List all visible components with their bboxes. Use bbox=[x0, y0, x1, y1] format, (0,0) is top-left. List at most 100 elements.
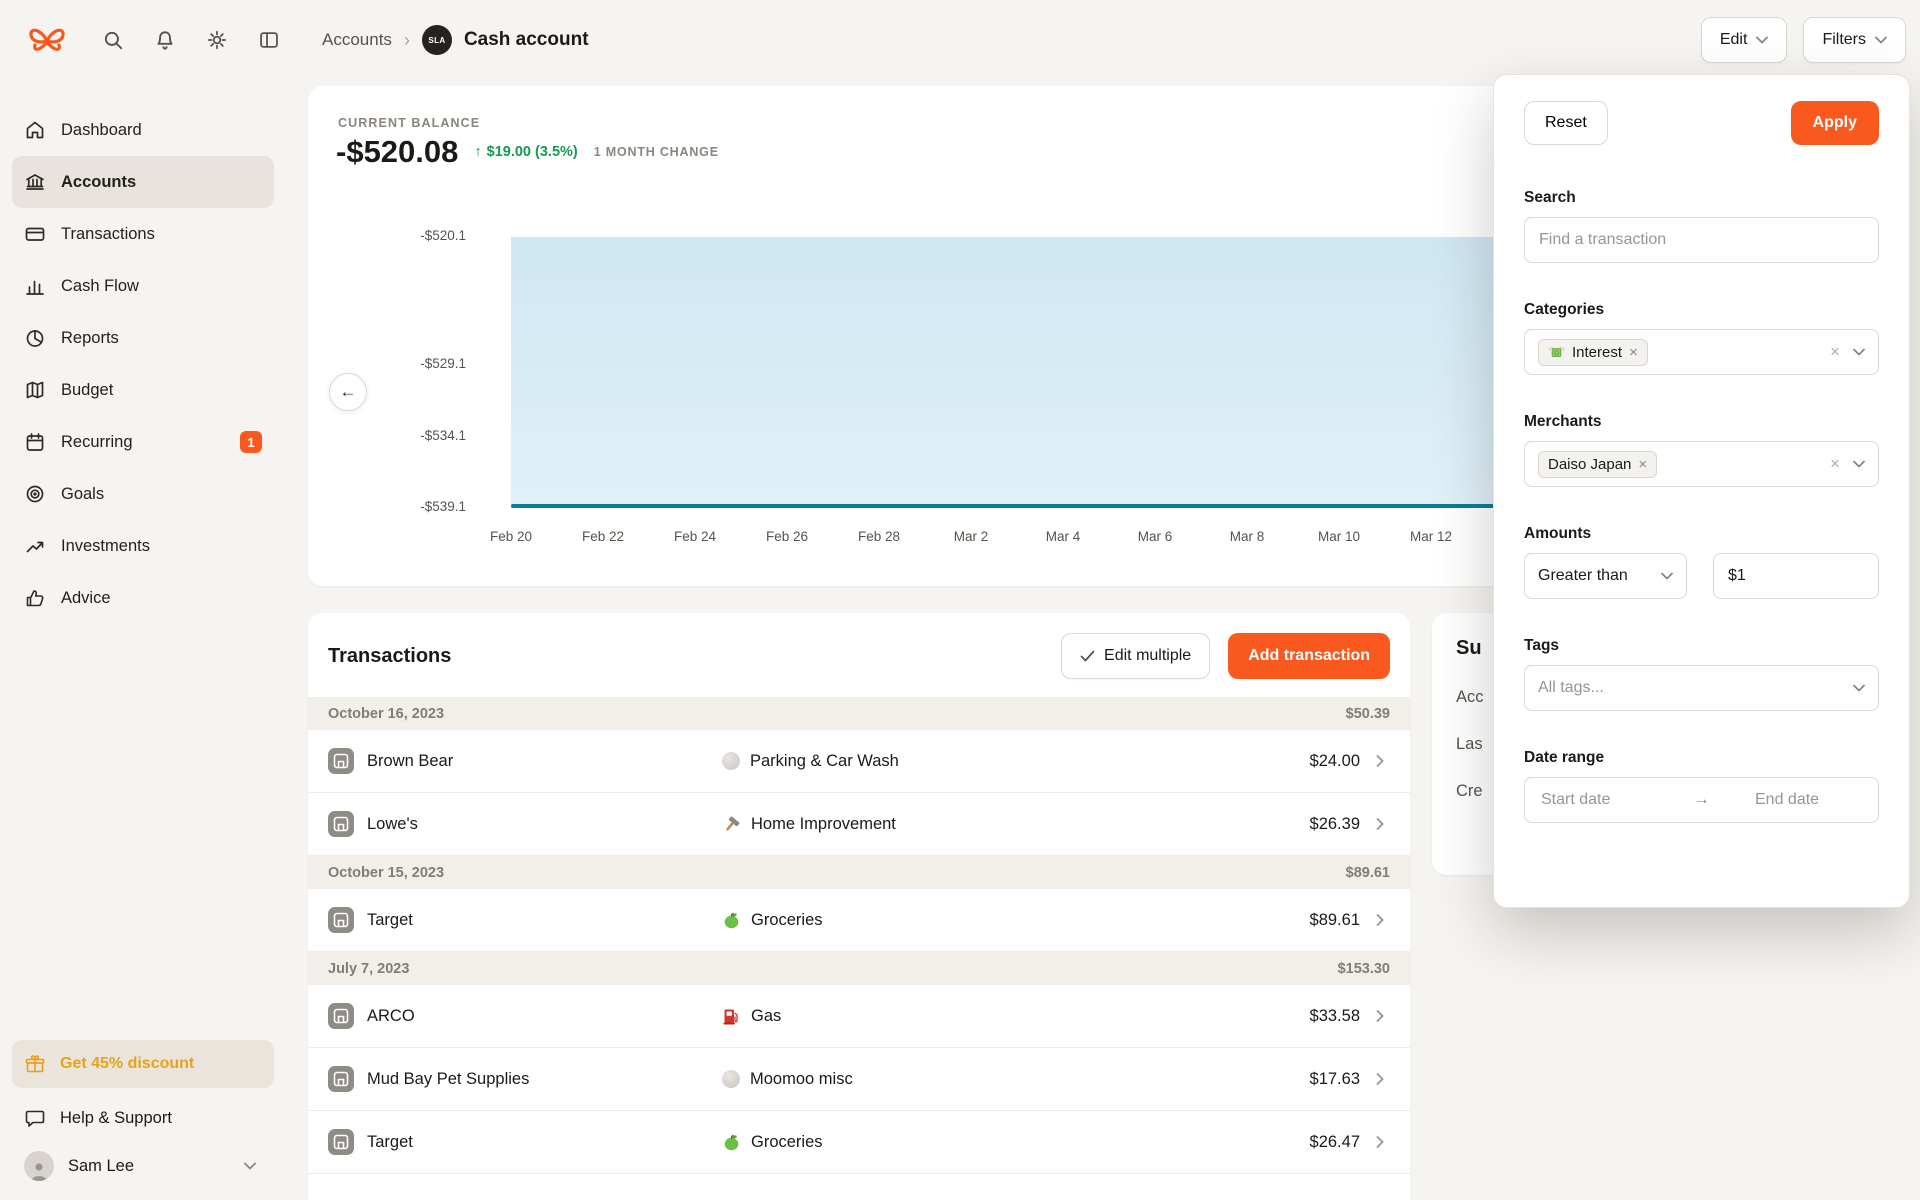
chevron-right-icon bbox=[1376, 1136, 1384, 1148]
transaction-row[interactable]: Brown Bear Parking & Car Wash $24.00 bbox=[308, 730, 1410, 793]
reset-button[interactable]: Reset bbox=[1524, 101, 1608, 145]
back-arrow-icon: ← bbox=[340, 382, 357, 402]
x-axis-tick: Feb 28 bbox=[858, 529, 900, 544]
filters-button[interactable]: Filters bbox=[1803, 17, 1906, 63]
add-transaction-button[interactable]: Add transaction bbox=[1228, 633, 1390, 679]
category-chip[interactable]: Interest × bbox=[1538, 339, 1648, 366]
sidebar-item-cash-flow[interactable]: Cash Flow bbox=[12, 260, 274, 312]
check-icon bbox=[1080, 650, 1095, 662]
chevron-down-icon bbox=[1853, 684, 1865, 692]
sidebar-item-advice[interactable]: Advice bbox=[12, 572, 274, 624]
thumbs-up-icon bbox=[24, 587, 46, 609]
chart-back-button[interactable]: ← bbox=[329, 373, 367, 411]
merchant-name: Target bbox=[367, 1133, 413, 1152]
remove-category-chip-icon[interactable]: × bbox=[1629, 344, 1638, 361]
category-name: Groceries bbox=[751, 1133, 823, 1152]
date-group-total: $50.39 bbox=[1346, 706, 1390, 722]
clear-merchants-icon[interactable]: × bbox=[1830, 454, 1840, 474]
sidebar-item-investments[interactable]: Investments bbox=[12, 520, 274, 572]
bar-chart-icon bbox=[24, 275, 46, 297]
gift-icon bbox=[24, 1053, 46, 1075]
date-group-total: $153.30 bbox=[1338, 961, 1390, 977]
amount-operator-select[interactable]: Greater than bbox=[1524, 553, 1687, 599]
transaction-amount: $17.63 bbox=[1310, 1070, 1360, 1089]
recurring-count-badge: 1 bbox=[240, 431, 262, 453]
transaction-row[interactable]: Mud Bay Pet Supplies Moomoo misc $17.63 bbox=[308, 1048, 1410, 1111]
chevron-down-icon bbox=[1853, 460, 1865, 468]
merchant-chip[interactable]: Daiso Japan × bbox=[1538, 451, 1657, 478]
merchant-logo-icon bbox=[328, 1066, 354, 1092]
date-range-input[interactable]: Start date → End date bbox=[1524, 777, 1879, 823]
search-icon[interactable] bbox=[102, 29, 124, 51]
category-name: Gas bbox=[751, 1007, 781, 1026]
merchant-name: Lowe's bbox=[367, 815, 418, 834]
search-input[interactable] bbox=[1524, 217, 1879, 263]
clear-categories-icon[interactable]: × bbox=[1830, 342, 1840, 362]
tags-select[interactable]: All tags... bbox=[1524, 665, 1879, 711]
apply-button[interactable]: Apply bbox=[1791, 101, 1879, 145]
topbar: Accounts › SLA Cash account Edit Filters bbox=[0, 0, 1920, 80]
target-icon bbox=[24, 483, 46, 505]
breadcrumb: Accounts › SLA Cash account bbox=[322, 25, 589, 55]
edit-button[interactable]: Edit bbox=[1701, 17, 1788, 63]
x-axis-tick: Mar 10 bbox=[1318, 529, 1360, 544]
merchant-logo-icon bbox=[328, 1003, 354, 1029]
money-with-wings-icon bbox=[1548, 344, 1565, 361]
transaction-row[interactable]: Target Groceries $26.47 bbox=[308, 1111, 1410, 1174]
sidebar-item-reports[interactable]: Reports bbox=[12, 312, 274, 364]
x-axis-tick: Feb 22 bbox=[582, 529, 624, 544]
sidebar-toggle-icon[interactable] bbox=[258, 29, 280, 51]
end-date-field[interactable]: End date bbox=[1755, 791, 1862, 809]
category-name: Moomoo misc bbox=[750, 1070, 853, 1089]
merchant-logo-icon bbox=[328, 907, 354, 933]
pie-chart-icon bbox=[24, 327, 46, 349]
x-axis-tick: Mar 12 bbox=[1410, 529, 1452, 544]
chevron-right-icon bbox=[1376, 755, 1384, 767]
credit-card-icon bbox=[24, 223, 46, 245]
trending-up-icon bbox=[24, 535, 46, 557]
notifications-bell-icon[interactable] bbox=[154, 29, 176, 51]
merchant-name: Mud Bay Pet Supplies bbox=[367, 1070, 529, 1089]
fuel-pump-icon bbox=[722, 1007, 741, 1026]
y-axis-tick: -$539.1 bbox=[348, 499, 466, 514]
x-axis-tick: Feb 24 bbox=[674, 529, 716, 544]
monarch-butterfly-logo[interactable] bbox=[26, 23, 68, 57]
amount-value-input[interactable] bbox=[1713, 553, 1879, 599]
merchant-logo-icon bbox=[328, 811, 354, 837]
misc-circle-icon bbox=[722, 752, 740, 770]
chevron-down-icon bbox=[1756, 36, 1768, 44]
merchants-select[interactable]: Daiso Japan × × bbox=[1524, 441, 1879, 487]
remove-merchant-chip-icon[interactable]: × bbox=[1638, 456, 1647, 473]
chat-bubble-icon bbox=[24, 1107, 46, 1129]
help-support-link[interactable]: Help & Support bbox=[12, 1094, 274, 1142]
merchant-name: Brown Bear bbox=[367, 752, 453, 771]
sidebar-item-dashboard[interactable]: Dashboard bbox=[12, 104, 274, 156]
x-axis-tick: Mar 2 bbox=[954, 529, 989, 544]
chevron-down-icon bbox=[1661, 572, 1673, 580]
sidebar-item-budget[interactable]: Budget bbox=[12, 364, 274, 416]
category-name: Parking & Car Wash bbox=[750, 752, 899, 771]
search-label: Search bbox=[1524, 189, 1879, 207]
user-avatar bbox=[24, 1151, 54, 1181]
categories-select[interactable]: Interest × × bbox=[1524, 329, 1879, 375]
discount-banner[interactable]: Get 45% discount bbox=[12, 1040, 274, 1088]
merchants-label: Merchants bbox=[1524, 413, 1879, 431]
transactions-card: Transactions Edit multiple Add transacti… bbox=[308, 613, 1410, 1200]
green-apple-icon bbox=[722, 1133, 741, 1152]
sidebar-item-transactions[interactable]: Transactions bbox=[12, 208, 274, 260]
edit-multiple-button[interactable]: Edit multiple bbox=[1061, 633, 1210, 679]
transaction-row[interactable]: Lowe's Home Improvement $26.39 bbox=[308, 793, 1410, 856]
transaction-row[interactable]: Target Groceries $89.61 bbox=[308, 889, 1410, 952]
chevron-right-icon bbox=[1376, 1073, 1384, 1085]
start-date-field[interactable]: Start date bbox=[1541, 791, 1648, 809]
breadcrumb-accounts-link[interactable]: Accounts bbox=[322, 30, 392, 50]
transaction-row[interactable]: ARCO Gas $33.58 bbox=[308, 985, 1410, 1048]
user-menu[interactable]: Sam Lee bbox=[12, 1142, 274, 1190]
sidebar-item-recurring[interactable]: Recurring 1 bbox=[12, 416, 274, 468]
sidebar-item-goals[interactable]: Goals bbox=[12, 468, 274, 520]
settings-gear-icon[interactable] bbox=[206, 29, 228, 51]
transaction-amount: $26.47 bbox=[1310, 1133, 1360, 1152]
map-icon bbox=[24, 379, 46, 401]
sidebar-item-accounts[interactable]: Accounts bbox=[12, 156, 274, 208]
chevron-down-icon bbox=[1875, 36, 1887, 44]
